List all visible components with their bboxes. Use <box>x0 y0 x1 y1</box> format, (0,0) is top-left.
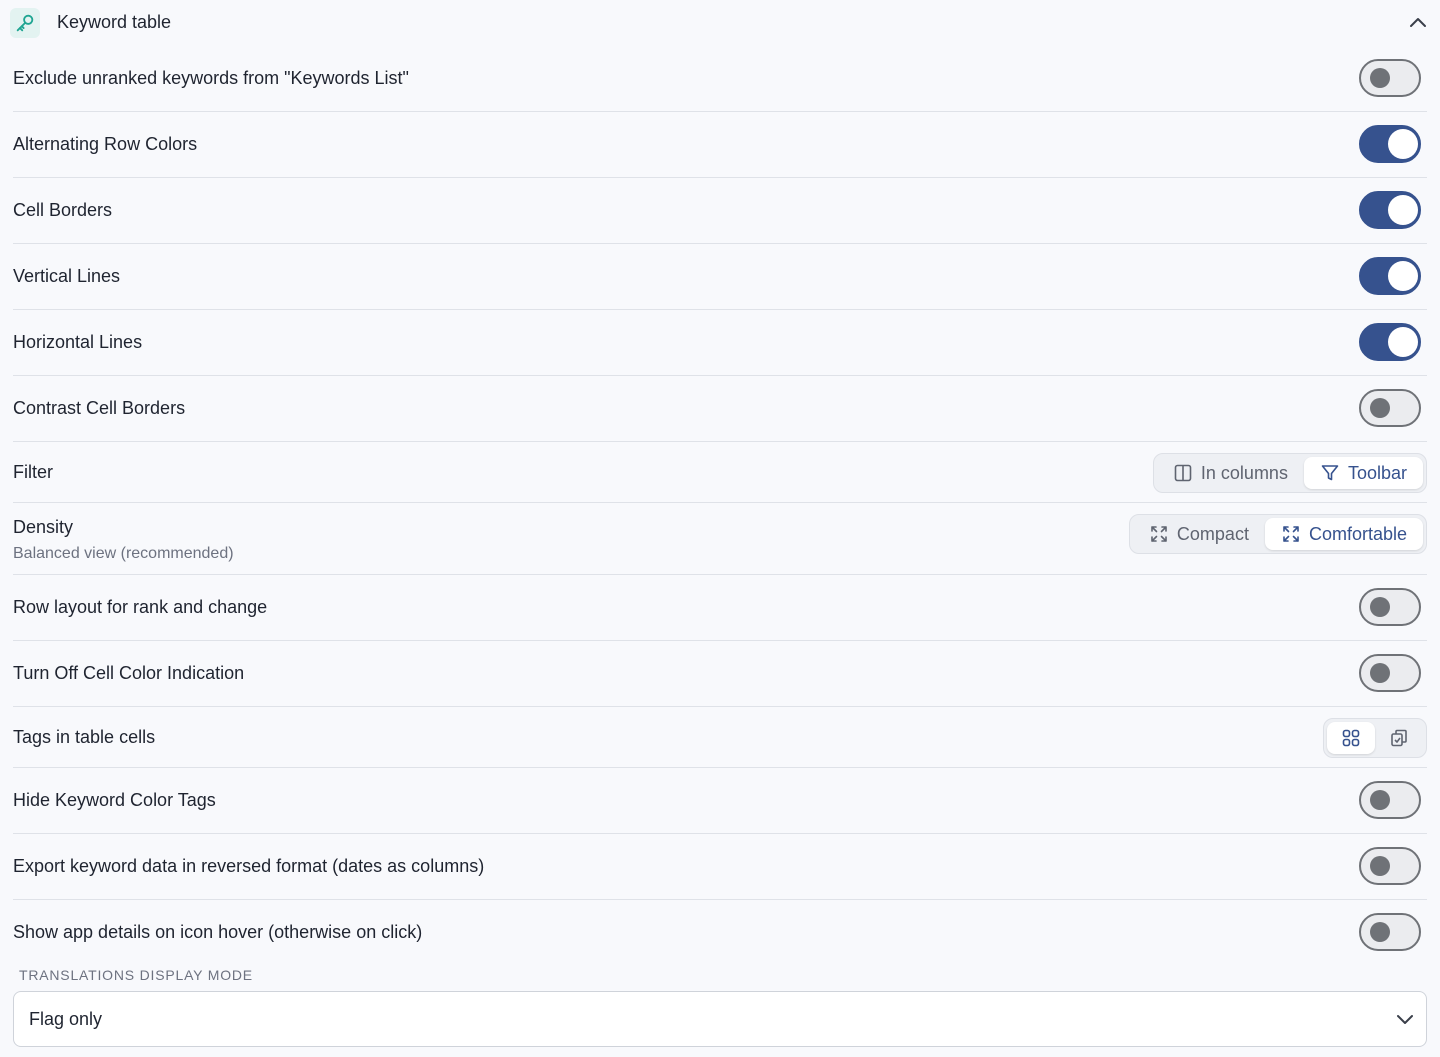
setting-row-exclude-unranked: Exclude unranked keywords from "Keywords… <box>13 46 1427 112</box>
tags-segmented-control <box>1323 718 1427 758</box>
toggle-knob <box>1370 398 1390 418</box>
cell-borders-toggle[interactable] <box>1359 191 1421 229</box>
toggle-knob <box>1388 327 1418 357</box>
collapse-button[interactable] <box>1406 12 1430 34</box>
filter-funnel-icon <box>1321 465 1339 481</box>
chevron-down-icon <box>1397 1015 1413 1024</box>
select-value: Flag only <box>29 1009 103 1029</box>
density-option-compact[interactable]: Compact <box>1133 518 1265 550</box>
contrast-borders-toggle[interactable] <box>1359 389 1421 427</box>
density-option-label: Comfortable <box>1308 523 1407 544</box>
keyword-table-settings-panel: Keyword table Exclude unranked keywords … <box>0 0 1440 1057</box>
toggle-knob <box>1370 922 1390 942</box>
filter-option-label: Toolbar <box>1347 462 1407 483</box>
setting-label: Tags in table cells <box>13 727 156 747</box>
setting-label: Export keyword data in reversed format (… <box>13 856 485 876</box>
setting-label: Horizontal Lines <box>13 332 143 352</box>
toggle-knob <box>1388 261 1418 291</box>
setting-row-filter: Filter In columns Toolbar <box>13 442 1427 503</box>
app-details-hover-toggle[interactable] <box>1359 913 1421 951</box>
setting-row-density: Density Balanced view (recommended) Comp… <box>13 503 1427 575</box>
export-reversed-toggle[interactable] <box>1359 847 1421 885</box>
toggle-knob <box>1370 856 1390 876</box>
translations-section-label: TRANSLATIONS DISPLAY MODE <box>19 967 253 983</box>
section-title: Keyword table <box>57 12 172 32</box>
expand-arrows-icon <box>1283 526 1299 542</box>
toggle-knob <box>1370 68 1390 88</box>
filter-option-label: In columns <box>1200 462 1288 483</box>
setting-label: Density <box>13 517 74 537</box>
cell-color-toggle[interactable] <box>1359 654 1421 692</box>
setting-label: Filter <box>13 462 53 482</box>
row-layout-toggle[interactable] <box>1359 588 1421 626</box>
density-option-label: Compact <box>1176 523 1249 544</box>
setting-row-hide-color-tags: Hide Keyword Color Tags <box>13 768 1427 834</box>
setting-label: Row layout for rank and change <box>13 597 268 617</box>
setting-label: Alternating Row Colors <box>13 134 198 154</box>
key-icon <box>10 8 40 38</box>
setting-row-vertical-lines: Vertical Lines <box>13 244 1427 310</box>
toggle-knob <box>1370 597 1390 617</box>
setting-row-export-reversed: Export keyword data in reversed format (… <box>13 834 1427 900</box>
translations-mode-select[interactable]: Flag only <box>13 991 1427 1047</box>
setting-label: Show app details on icon hover (otherwis… <box>13 922 423 942</box>
setting-label: Vertical Lines <box>13 266 121 286</box>
setting-label: Hide Keyword Color Tags <box>13 790 216 810</box>
setting-row-contrast-borders: Contrast Cell Borders <box>13 376 1427 442</box>
toggle-knob <box>1388 129 1418 159</box>
compact-arrows-icon <box>1151 526 1167 542</box>
chevron-up-icon <box>1410 18 1426 27</box>
density-segmented-control: Compact Comfortable <box>1128 514 1427 554</box>
filter-option-in-columns[interactable]: In columns <box>1157 457 1304 489</box>
setting-row-alternating-rows: Alternating Row Colors <box>13 112 1427 178</box>
tags-option-grid[interactable] <box>1327 722 1375 754</box>
filter-option-toolbar[interactable]: Toolbar <box>1303 457 1423 489</box>
hide-color-tags-toggle[interactable] <box>1359 781 1421 819</box>
copy-stack-icon <box>1391 729 1407 747</box>
filter-segmented-control: In columns Toolbar <box>1152 453 1427 493</box>
toggle-knob <box>1370 790 1390 810</box>
setting-sublabel: Balanced view (recommended) <box>13 545 234 562</box>
section-header[interactable]: Keyword table <box>0 0 1440 46</box>
setting-row-cell-borders: Cell Borders <box>13 178 1427 244</box>
setting-row-tags-in-cells: Tags in table cells <box>13 707 1427 768</box>
setting-label: Turn Off Cell Color Indication <box>13 663 245 683</box>
setting-row-cell-color: Turn Off Cell Color Indication <box>13 641 1427 707</box>
horizontal-lines-toggle[interactable] <box>1359 323 1421 361</box>
vertical-lines-toggle[interactable] <box>1359 257 1421 295</box>
toggle-knob <box>1388 195 1418 225</box>
setting-row-row-layout: Row layout for rank and change <box>13 575 1427 641</box>
tags-option-stack[interactable] <box>1375 722 1423 754</box>
grid-icon <box>1342 729 1360 747</box>
exclude-unranked-toggle[interactable] <box>1359 59 1421 97</box>
setting-label: Cell Borders <box>13 200 113 220</box>
columns-icon <box>1174 464 1192 482</box>
alternating-rows-toggle[interactable] <box>1359 125 1421 163</box>
setting-label: Exclude unranked keywords from "Keywords… <box>13 68 409 88</box>
setting-row-horizontal-lines: Horizontal Lines <box>13 310 1427 376</box>
density-option-comfortable[interactable]: Comfortable <box>1264 518 1423 550</box>
setting-label: Contrast Cell Borders <box>13 398 186 418</box>
setting-row-app-details-hover: Show app details on icon hover (otherwis… <box>13 900 1427 965</box>
toggle-knob <box>1370 663 1390 683</box>
